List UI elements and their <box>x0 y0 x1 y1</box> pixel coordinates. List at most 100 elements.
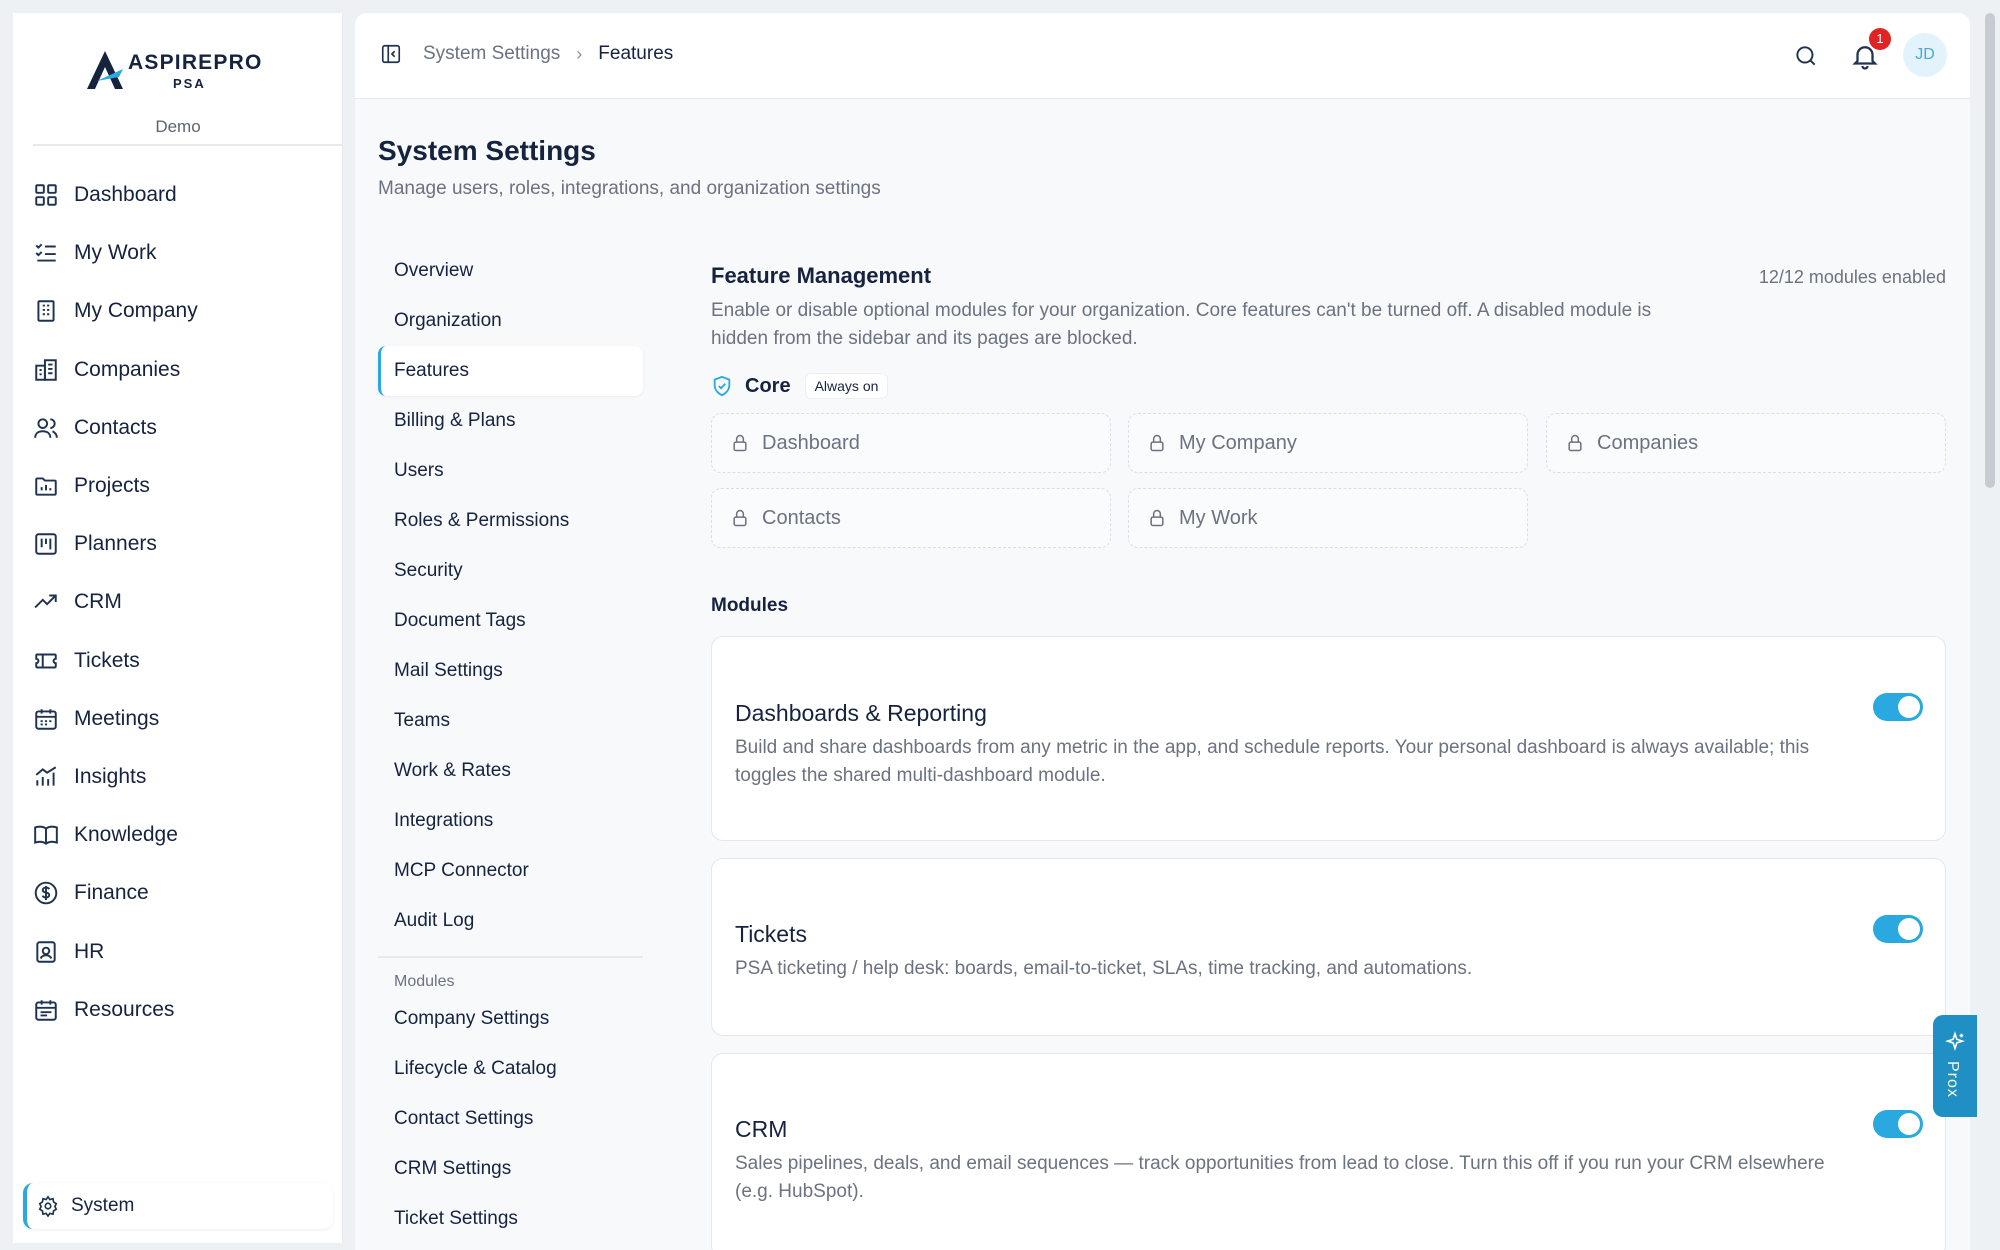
sidebar-item-resources[interactable]: Resources <box>33 981 333 1039</box>
settings-subnav: Overview Organization Features Billing &… <box>378 246 643 1244</box>
sidebar-item-label: HR <box>74 939 105 963</box>
module-toggle[interactable] <box>1873 1110 1923 1138</box>
subnav-mcp-connector[interactable]: MCP Connector <box>378 846 643 896</box>
toggle-knob <box>1898 1113 1920 1135</box>
subnav-contact-settings[interactable]: Contact Settings <box>378 1094 643 1144</box>
sidebar-item-projects[interactable]: Projects <box>33 457 333 515</box>
prox-label: Prox <box>1944 1061 1961 1098</box>
subnav-roles-permissions[interactable]: Roles & Permissions <box>378 496 643 546</box>
subnav-audit-log[interactable]: Audit Log <box>378 896 643 946</box>
brand-logo[interactable]: ASPIREPRO PSA <box>73 35 313 95</box>
modules-heading: Modules <box>711 595 789 616</box>
brand-name: ASPIREPRO <box>128 51 263 74</box>
breadcrumb-features: Features <box>598 43 674 64</box>
subnav-ticket-settings[interactable]: Ticket Settings <box>378 1194 643 1244</box>
feature-management-title: Feature Management <box>711 263 932 288</box>
subnav-work-rates[interactable]: Work & Rates <box>378 746 643 796</box>
sidebar-item-hr[interactable]: HR <box>33 922 333 980</box>
search-icon[interactable] <box>1793 43 1819 69</box>
sidebar: ASPIREPRO PSA Demo Dashboard My Work My … <box>13 13 343 1243</box>
sidebar-item-companies[interactable]: Companies <box>33 341 333 399</box>
sidebar-item-label: My Company <box>74 299 198 323</box>
sidebar-item-finance[interactable]: Finance <box>33 864 333 922</box>
toggle-knob <box>1898 696 1920 718</box>
prox-assistant-button[interactable]: Prox <box>1933 1015 1977 1117</box>
breadcrumb-system-settings[interactable]: System Settings <box>423 43 560 65</box>
lock-icon <box>1150 434 1164 452</box>
page-title: System Settings <box>378 135 596 166</box>
subnav-document-tags[interactable]: Document Tags <box>378 596 643 646</box>
sidebar-item-system[interactable]: System <box>23 1183 333 1229</box>
sidebar-item-label: Meetings <box>74 706 160 730</box>
sidebar-divider <box>33 144 342 146</box>
subnav-security[interactable]: Security <box>378 546 643 596</box>
module-title: Dashboards & Reporting <box>735 700 987 726</box>
sidebar-item-contacts[interactable]: Contacts <box>33 399 333 457</box>
core-feature-my-company: My Company <box>1128 413 1528 473</box>
gear-icon <box>38 1195 58 1217</box>
subnav-features[interactable]: Features <box>378 346 643 396</box>
users-icon <box>34 418 58 438</box>
subnav-mail-settings[interactable]: Mail Settings <box>378 646 643 696</box>
sidebar-item-crm[interactable]: CRM <box>33 573 333 631</box>
subnav-modules-heading: Modules <box>394 973 455 990</box>
sidebar-item-label: Insights <box>74 764 147 788</box>
module-description: Build and share dashboards from any metr… <box>735 737 1810 786</box>
sidebar-toggle-icon[interactable] <box>380 43 402 65</box>
brand-sub: PSA <box>173 76 206 91</box>
modules-enabled-count: 12/12 modules enabled <box>1758 267 1946 287</box>
module-description: Sales pipelines, deals, and email sequen… <box>735 1153 1825 1202</box>
module-toggle[interactable] <box>1873 693 1923 721</box>
avatar[interactable]: JD <box>1903 33 1947 77</box>
sidebar-item-label: Dashboard <box>74 183 177 207</box>
sidebar-item-label: Finance <box>74 881 149 905</box>
aspirepro-logo-icon <box>87 51 123 89</box>
module-toggle[interactable] <box>1873 915 1923 943</box>
page-subtitle: Manage users, roles, integrations, and o… <box>378 178 881 199</box>
sidebar-item-dashboard[interactable]: Dashboard <box>33 166 333 224</box>
subnav-teams[interactable]: Teams <box>378 696 643 746</box>
notification-badge: 1 <box>1869 28 1891 50</box>
breadcrumb: System Settings › Features <box>423 43 673 65</box>
sidebar-item-my-company[interactable]: My Company <box>33 282 333 340</box>
sidebar-item-label: Knowledge <box>74 823 178 847</box>
module-card-crm: CRM Sales pipelines, deals, and email se… <box>711 1053 1946 1250</box>
toggle-knob <box>1898 918 1920 940</box>
sidebar-nav: Dashboard My Work My Company Companies C… <box>33 166 333 1039</box>
subnav-users[interactable]: Users <box>378 446 643 496</box>
sidebar-item-tickets[interactable]: Tickets <box>33 632 333 690</box>
core-feature-label: Dashboard <box>762 431 860 454</box>
subnav-overview[interactable]: Overview <box>378 246 643 296</box>
sidebar-item-meetings[interactable]: Meetings <box>33 690 333 748</box>
module-description: PSA ticketing / help desk: boards, email… <box>735 958 1473 979</box>
ticket-icon <box>35 653 57 669</box>
sidebar-item-label: CRM <box>74 590 122 614</box>
id-badge-icon <box>36 940 56 963</box>
sparkle-icon <box>1945 1031 1965 1052</box>
page-scrollbar[interactable] <box>1985 13 1995 488</box>
subnav-company-settings[interactable]: Company Settings <box>378 994 643 1044</box>
subnav-integrations[interactable]: Integrations <box>378 796 643 846</box>
subnav-lifecycle-catalog[interactable]: Lifecycle & Catalog <box>378 1044 643 1094</box>
buildings-icon <box>35 358 57 381</box>
sidebar-item-insights[interactable]: Insights <box>33 748 333 806</box>
sidebar-item-knowledge[interactable]: Knowledge <box>33 806 333 864</box>
dollar-icon <box>34 882 58 905</box>
chevron-right-icon: › <box>576 43 583 64</box>
sidebar-item-my-work[interactable]: My Work <box>33 224 333 282</box>
subnav-billing-plans[interactable]: Billing & Plans <box>378 396 643 446</box>
subnav-crm-settings[interactable]: CRM Settings <box>378 1144 643 1194</box>
core-label: Core <box>745 374 791 397</box>
sidebar-item-planners[interactable]: Planners <box>33 515 333 573</box>
feature-management-description: Enable or disable optional modules for y… <box>711 300 1652 349</box>
core-feature-companies: Companies <box>1546 413 1946 473</box>
book-icon <box>34 825 58 845</box>
sidebar-item-label: Tickets <box>74 648 140 672</box>
subnav-organization[interactable]: Organization <box>378 296 643 346</box>
bar-chart-icon <box>35 766 57 786</box>
lock-icon <box>733 509 747 527</box>
module-title: CRM <box>735 1116 788 1142</box>
lock-icon <box>1150 509 1164 527</box>
module-title: Tickets <box>735 921 807 947</box>
dashboard-icon <box>35 184 57 206</box>
